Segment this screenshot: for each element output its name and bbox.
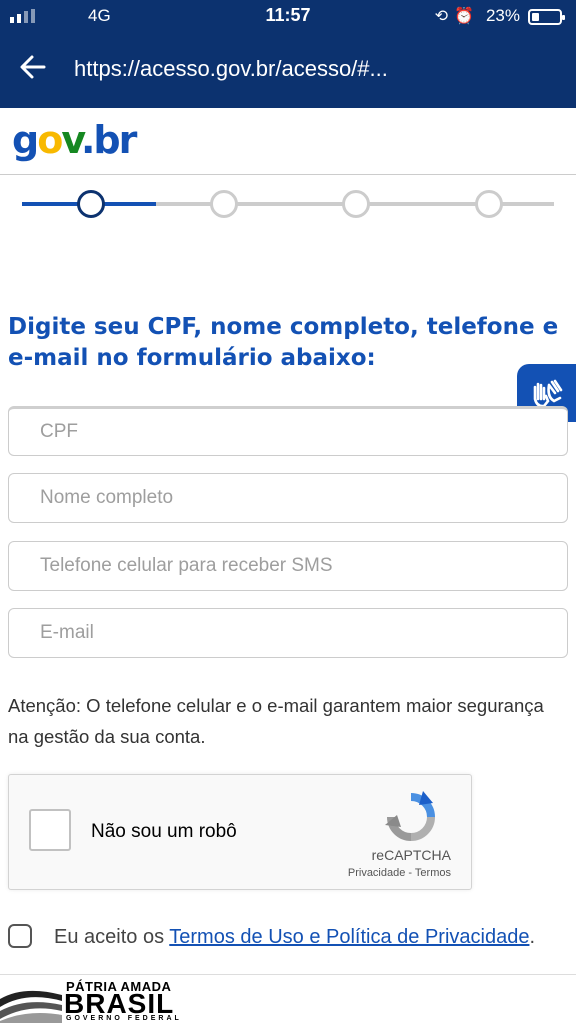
back-arrow-icon[interactable] bbox=[18, 52, 48, 82]
attention-text: : O telefone celular e o e-mail garantem… bbox=[8, 695, 544, 748]
email-input[interactable] bbox=[8, 608, 568, 658]
terms-suffix: . bbox=[529, 926, 536, 948]
status-bar: 4G 11:57 ⟲⏰ 23% bbox=[0, 0, 576, 34]
brasil-flag-logo bbox=[0, 990, 62, 1023]
govbr-logo: gov.br bbox=[12, 118, 137, 162]
recaptcha-checkbox[interactable] bbox=[29, 809, 71, 851]
recaptcha-widget: Não sou um robô reCAPTCHA Privacidade - … bbox=[8, 774, 472, 890]
battery-percent: 23% bbox=[485, 6, 520, 25]
step-1 bbox=[77, 190, 105, 218]
progress-stepper bbox=[22, 186, 554, 222]
footer-line2: BRASIL bbox=[64, 988, 175, 1019]
step-4 bbox=[475, 190, 503, 218]
recaptcha-brand: reCAPTCHA bbox=[371, 847, 451, 863]
url-bar[interactable]: https://acesso.gov.br/acesso/#... bbox=[74, 56, 388, 82]
recaptcha-links[interactable]: Privacidade - Termos bbox=[348, 867, 451, 879]
status-icons: ⟲⏰ bbox=[435, 6, 480, 25]
full-name-input[interactable] bbox=[8, 473, 568, 523]
form-heading: Digite seu CPF, nome completo, telefone … bbox=[8, 314, 559, 372]
terms-prefix: Eu aceito os bbox=[54, 926, 170, 948]
browser-header: 4G 11:57 ⟲⏰ 23% https://acesso.gov.br/ac… bbox=[0, 0, 576, 108]
divider bbox=[0, 174, 576, 175]
step-3 bbox=[342, 190, 370, 218]
step-2 bbox=[210, 190, 238, 218]
recaptcha-label: Não sou um robô bbox=[91, 821, 237, 842]
rotation-lock-icon: ⟲ bbox=[434, 6, 455, 25]
footer-line3: GOVERNO FEDERAL bbox=[66, 1015, 182, 1022]
battery-icon bbox=[528, 9, 565, 25]
phone-input[interactable] bbox=[8, 541, 568, 591]
terms-link[interactable]: Termos de Uso e Política de Privacidade bbox=[169, 926, 529, 948]
recaptcha-logo-icon bbox=[385, 791, 435, 841]
footer: PÁTRIA AMADA BRASIL GOVERNO FEDERAL bbox=[0, 974, 576, 1024]
attention-label: Atenção bbox=[8, 695, 76, 716]
cpf-input[interactable] bbox=[8, 406, 568, 456]
attention-note: Atenção: O telefone celular e o e-mail g… bbox=[8, 690, 568, 753]
alarm-icon: ⏰ bbox=[454, 6, 480, 25]
terms-text: Eu aceito os Termos de Uso e Política de… bbox=[8, 922, 568, 952]
